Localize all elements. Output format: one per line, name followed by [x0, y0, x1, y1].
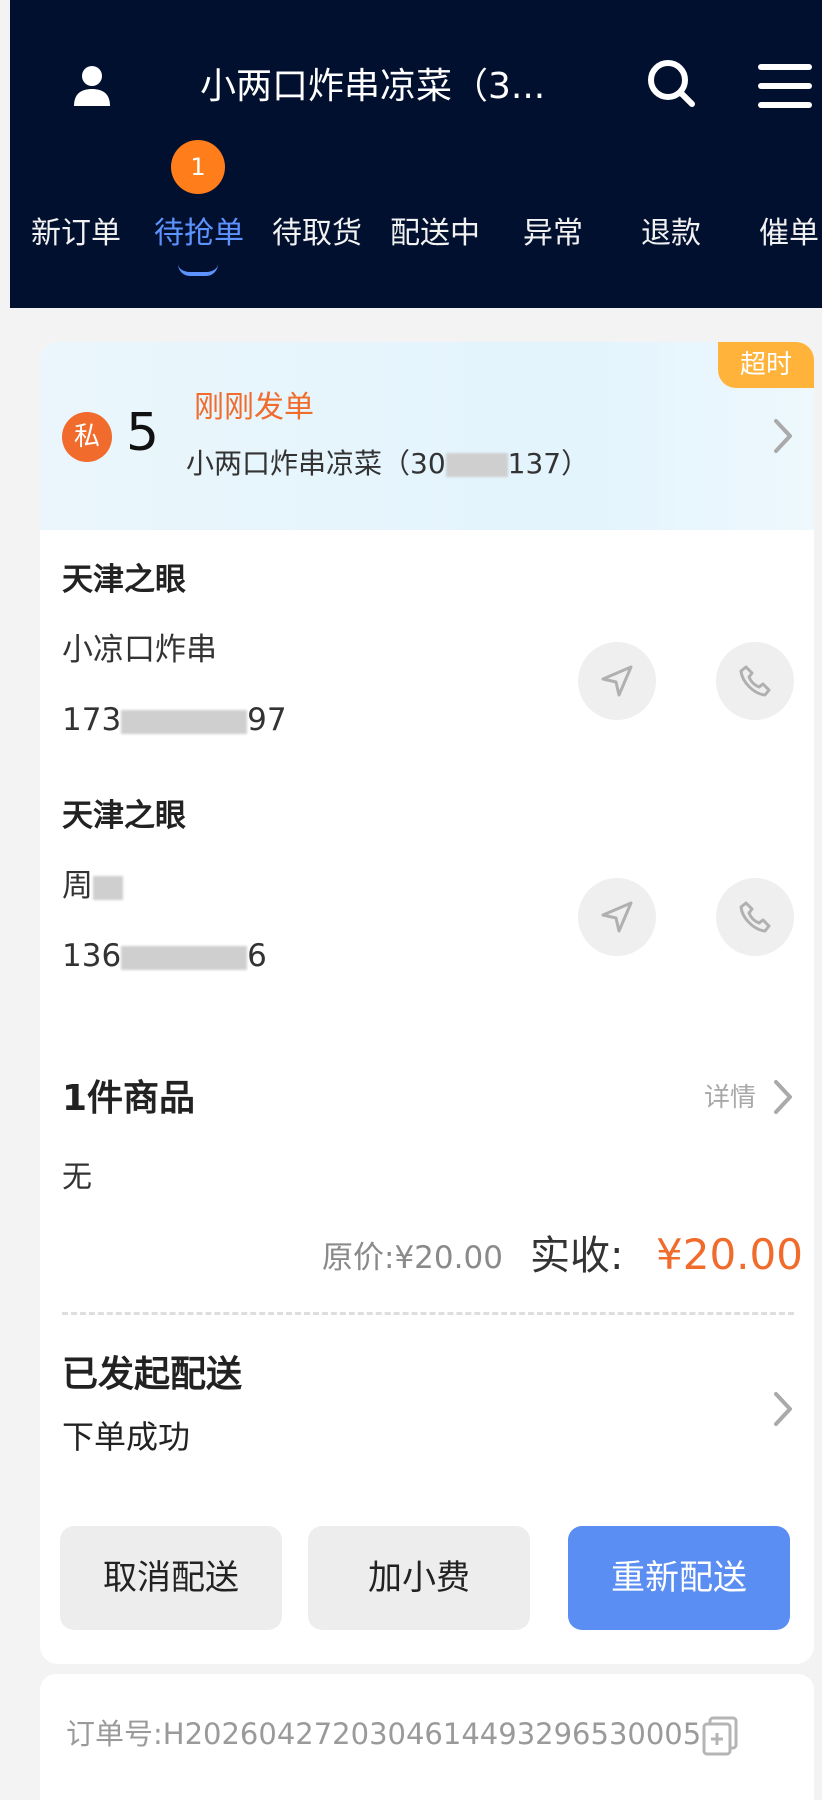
order-number: 5: [126, 403, 160, 463]
menu-icon[interactable]: [754, 58, 816, 114]
active-tab-indicator: [178, 264, 218, 276]
timeout-tag: 超时: [718, 342, 814, 388]
order-card: 超时 私 5 刚刚发单 小两口炸串凉菜（30 137） 天津之眼 小凉口炸串 17…: [40, 342, 814, 1664]
pickup-phone: 173 97: [62, 698, 287, 742]
navigation-arrow-icon: [601, 665, 633, 697]
copy-icon[interactable]: [700, 1714, 742, 1756]
phone-icon: [739, 665, 771, 697]
dropoff-phone-prefix: 136: [62, 938, 122, 974]
store-name: 小两口炸串凉菜（30 137）: [186, 442, 589, 486]
private-badge: 私: [62, 412, 112, 462]
dropoff-navigate-button[interactable]: [578, 878, 656, 956]
goods-count-title: 1件商品: [62, 1078, 196, 1119]
delivery-status-sub: 下单成功: [62, 1418, 191, 1456]
chevron-right-icon[interactable]: [770, 1390, 796, 1428]
pickup-phone-prefix: 173: [62, 702, 122, 738]
tab-delivering[interactable]: 配送中: [382, 206, 488, 262]
order-status-text: 刚刚发单: [194, 390, 314, 425]
pickup-navigate-button[interactable]: [578, 642, 656, 720]
tab-reminder[interactable]: 催单: [744, 206, 822, 262]
tab-pending-grab[interactable]: 待抢单: [146, 206, 252, 262]
divider: [62, 1312, 794, 1315]
navigation-arrow-icon: [601, 901, 633, 933]
chevron-right-icon[interactable]: [770, 1078, 796, 1116]
dropoff-call-button[interactable]: [716, 878, 794, 956]
dropoff-name: 周: [62, 864, 123, 908]
search-icon[interactable]: [644, 56, 702, 114]
pickup-phone-suffix: 97: [247, 702, 287, 738]
cancel-delivery-button[interactable]: 取消配送: [60, 1526, 282, 1630]
order-tabs: 新订单 待抢单 待取货 配送中 异常 退款 催单: [10, 206, 822, 276]
pickup-title: 天津之眼: [62, 562, 186, 598]
pickup-name: 小凉口炸串: [62, 632, 217, 668]
pending-count-badge: 1: [171, 140, 225, 194]
dropoff-phone: 136 6: [62, 934, 267, 978]
dropoff-title: 天津之眼: [62, 798, 186, 834]
order-card-header[interactable]: 超时 私 5 刚刚发单 小两口炸串凉菜（30 137）: [40, 342, 814, 530]
order-remark: 无: [62, 1160, 92, 1195]
top-header: 小两口炸串凉菜（3... 1 新订单 待抢单 待取货 配送中 异常 退款 催单: [10, 0, 822, 308]
dropoff-name-prefix: 周: [62, 868, 93, 904]
add-tip-button[interactable]: 加小费: [308, 1526, 530, 1630]
tab-refund[interactable]: 退款: [626, 206, 716, 262]
order-id-card: 订单号:H2026042720304614493296530005: [40, 1674, 814, 1800]
tab-pending-pickup[interactable]: 待取货: [264, 206, 370, 262]
store-name-prefix: 小两口炸串凉菜（30: [186, 447, 446, 480]
original-price: 原价:¥20.00: [322, 1240, 503, 1276]
store-name-suffix: 137）: [507, 447, 590, 480]
chevron-right-icon: [774, 419, 792, 453]
tab-new-orders[interactable]: 新订单: [28, 206, 124, 262]
redacted-block: [445, 453, 508, 477]
dropoff-phone-suffix: 6: [247, 938, 267, 974]
goods-detail-link[interactable]: 详情: [704, 1076, 756, 1120]
pickup-call-button[interactable]: [716, 642, 794, 720]
redacted-block: [93, 875, 123, 900]
user-icon[interactable]: [68, 62, 116, 110]
page-title: 小两口炸串凉菜（3...: [200, 66, 546, 107]
redacted-block: [121, 709, 248, 734]
actual-received-price: ¥20.00: [656, 1230, 803, 1279]
redeliver-button[interactable]: 重新配送: [568, 1526, 790, 1630]
tab-exception[interactable]: 异常: [508, 206, 598, 262]
actual-received-label: 实收:: [530, 1233, 624, 1279]
order-id: 订单号:H2026042720304614493296530005: [66, 1717, 702, 1751]
phone-icon: [739, 901, 771, 933]
redacted-block: [121, 945, 248, 970]
delivery-status-title: 已发起配送: [62, 1354, 243, 1395]
